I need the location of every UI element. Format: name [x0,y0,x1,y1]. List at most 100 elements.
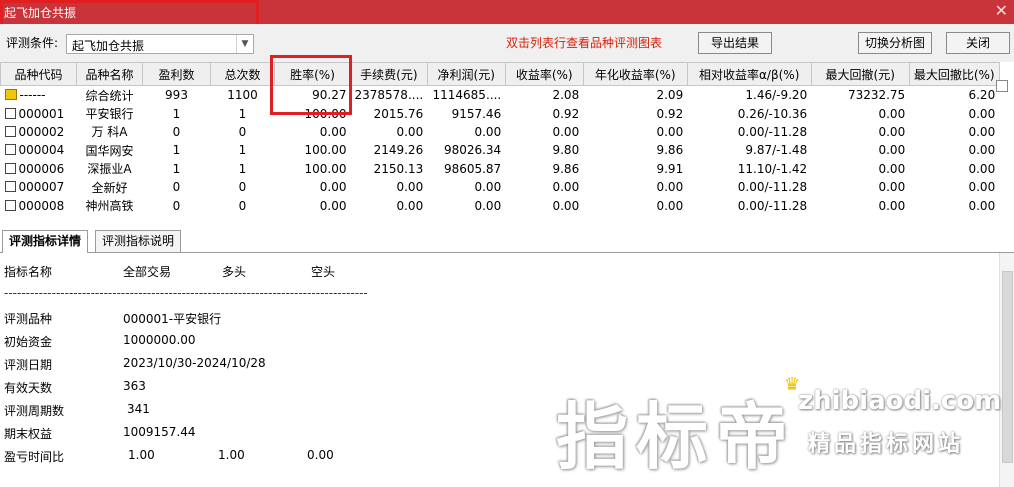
cell-wins: 993 [165,88,188,103]
scrollbar-thumb[interactable] [1002,271,1013,463]
detail-item-value: 2023/10/30-2024/10/28 [123,356,266,370]
detail-item-value: 363 [123,379,146,393]
cell-fee: 0.00 [396,124,424,139]
condition-select[interactable]: 起飞加仓共振 ▼ [66,34,254,54]
cell-max-drawdown-ratio: 0.00 [968,106,996,121]
col-header-wins[interactable]: 盈利数 [142,62,211,86]
cell-code: 000007 [1,178,77,196]
col-header-code[interactable]: 品种代码 [0,62,77,86]
cell-code: 000004 [1,141,77,159]
detail-item-value: 000001-平安银行 [123,312,222,326]
detail-header-long: 多头 [222,265,247,279]
winrate-highlight-box [270,55,352,115]
cell-fee: 0.00 [396,198,424,213]
cell-relative-return: 0.00/-11.28 [737,124,808,139]
detail-item-label: 评测日期 [4,358,53,372]
cell-return: 9.80 [552,143,580,158]
cell-winrate: 100.00 [304,161,347,176]
close-button[interactable]: 关闭 [946,32,1010,54]
table-row[interactable]: 000008 神州高铁 0 0 0.00 0.00 0.00 0.00 0.00… [1,196,1000,214]
detail-scrollbar[interactable] [999,253,1014,487]
detail-item-label: 期末权益 [4,427,53,441]
tab-indicator-detail[interactable]: 评测指标详情 [2,230,89,253]
cell-net-profit: 0.00 [474,198,502,213]
table-header-row: 品种代码 品种名称 盈利数 总次数 胜率(%) 手续费(元) 净利润(元) 收益… [0,62,1000,86]
cell-code: 000001 [1,104,77,122]
cell-return: 0.00 [552,180,580,195]
cell-winrate: 0.00 [319,198,347,213]
table-row-summary[interactable]: ------ 综合统计 993 1100 90.27 2378578.... 1… [1,86,1000,105]
cell-max-drawdown: 0.00 [878,161,906,176]
cell-winrate: 0.00 [319,180,347,195]
detail-item-label: 评测周期数 [4,404,65,418]
cell-total: 0 [238,198,247,213]
detail-header-short: 空头 [311,265,336,279]
cell-annual-return: 0.00 [656,124,684,139]
cell-total: 1100 [227,88,258,103]
detail-header-all: 全部交易 [123,265,172,279]
cell-total: 1 [238,143,247,158]
results-table-area: 品种代码 品种名称 盈利数 总次数 胜率(%) 手续费(元) 净利润(元) 收益… [0,62,1014,220]
detail-item-value: 1000000.00 [123,333,196,347]
cell-fee: 2378578.... [354,88,424,103]
cell-wins: 1 [172,143,181,158]
detail-item-label: 有效天数 [4,381,53,395]
cell-return: 2.08 [552,88,580,103]
cell-wins: 0 [172,124,181,139]
cell-annual-return: 0.92 [656,106,684,121]
switch-chart-button[interactable]: 切换分析图 [858,32,932,54]
cell-max-drawdown: 0.00 [878,124,906,139]
cell-fee: 2150.13 [373,161,424,176]
toolbar: 评测条件: 起飞加仓共振 ▼ 双击列表行查看品种评测图表 导出结果 切换分析图 … [0,24,1014,62]
cell-return: 0.92 [552,106,580,121]
cell-max-drawdown-ratio: 0.00 [968,124,996,139]
close-icon[interactable]: ✕ [995,2,1008,20]
col-header-max-drawdown-ratio[interactable]: 最大回撤比(%) [908,62,1000,86]
col-header-fee[interactable]: 手续费(元) [350,62,428,86]
cell-code-text: 000002 [18,124,65,139]
col-header-name[interactable]: 品种名称 [76,62,143,86]
cell-name: 综合统计 [85,88,134,103]
cell-return: 0.00 [552,198,580,213]
cell-total: 0 [238,124,247,139]
document-icon [4,199,16,211]
chevron-down-icon[interactable]: ▼ [236,35,253,53]
tab-indicator-explain[interactable]: 评测指标说明 [95,230,182,252]
cell-max-drawdown-ratio: 0.00 [968,198,996,213]
cell-net-profit: 0.00 [474,124,502,139]
col-header-net-profit[interactable]: 净利润(元) [426,62,506,86]
col-header-total[interactable]: 总次数 [210,62,275,86]
watermark-brand: 指标帝 [556,395,797,479]
table-row[interactable]: 000007 全新好 0 0 0.00 0.00 0.00 0.00 0.00 … [1,178,1000,196]
table-row[interactable]: 000004 国华网安 1 1 100.00 2149.26 98026.34 … [1,141,1000,159]
table-row[interactable]: 000001 平安银行 1 1 100.00 2015.76 9157.46 0… [1,104,1000,122]
double-click-hint: 双击列表行查看品种评测图表 [506,36,663,50]
cell-name: 神州高铁 [85,199,134,214]
condition-value: 起飞加仓共振 [72,39,145,53]
cell-code-text: 000008 [18,198,65,213]
col-header-max-drawdown[interactable]: 最大回撤(元) [810,62,910,86]
cell-wins: 1 [172,161,181,176]
condition-label: 评测条件: [6,36,59,50]
table-row[interactable]: 000006 深振业A 1 1 100.00 2150.13 98605.87 … [1,160,1000,178]
row-checkbox[interactable] [996,80,1008,92]
cell-net-profit: 1114685.... [432,88,502,103]
table-row[interactable]: 000002 万 科A 0 0 0.00 0.00 0.00 0.00 0.00… [1,123,1000,141]
document-icon [4,162,16,174]
cell-winrate: 0.00 [319,124,347,139]
col-header-annual-return[interactable]: 年化收益率(%) [582,62,688,86]
detail-ratio-long: 1.00 [218,448,245,462]
cell-max-drawdown-ratio: 6.20 [968,88,996,103]
cell-annual-return: 2.09 [656,88,684,103]
cell-relative-return: 0.00/-11.28 [737,198,808,213]
cell-annual-return: 9.91 [656,161,684,176]
col-header-relative-return[interactable]: 相对收益率α/β(%) [686,62,812,86]
cell-total: 1 [238,106,247,121]
export-button[interactable]: 导出结果 [698,32,772,54]
cell-max-drawdown-ratio: 0.00 [968,180,996,195]
cell-code-text: 000007 [18,180,65,195]
cell-total: 1 [238,161,247,176]
detail-ratio-short: 0.00 [307,448,334,462]
col-header-return[interactable]: 收益率(%) [504,62,584,86]
cell-code-text: 000004 [18,143,65,158]
